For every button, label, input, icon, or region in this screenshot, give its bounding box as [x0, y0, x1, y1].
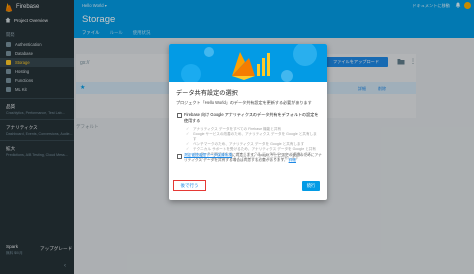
default-settings-label: Firebase 向け Google アナリティクスのデータ共有をデフォルトの設…: [184, 112, 319, 123]
dialog-subtitle: プロジェクト「Hello World」のデータ共有設定を更新する必要があります: [176, 100, 312, 105]
dialog-hero: [169, 44, 327, 82]
terms-label: 測定管理者間データ保護条項に同意します。Google サービスでの使用のためにア…: [184, 153, 322, 163]
terms-link[interactable]: 測定管理者間データ保護条項: [184, 153, 232, 157]
dialog-title: データ共有設定の選択: [176, 90, 238, 97]
learn-more-link[interactable]: 詳細: [289, 158, 296, 162]
check-item-label: Google サービスの改善のため、アナリティクス データを Google と共…: [192, 131, 317, 141]
default-settings-checkbox[interactable]: [177, 113, 182, 118]
analytics-illustration-icon: [181, 44, 317, 82]
check-item: ✓ Google サービスの改善のため、アナリティクス データを Google と…: [186, 132, 318, 142]
continue-button[interactable]: 続行: [302, 181, 320, 191]
terms-checkbox[interactable]: [177, 154, 182, 159]
later-button[interactable]: 後で行う: [173, 180, 206, 191]
check-icon: ✓: [186, 131, 190, 136]
